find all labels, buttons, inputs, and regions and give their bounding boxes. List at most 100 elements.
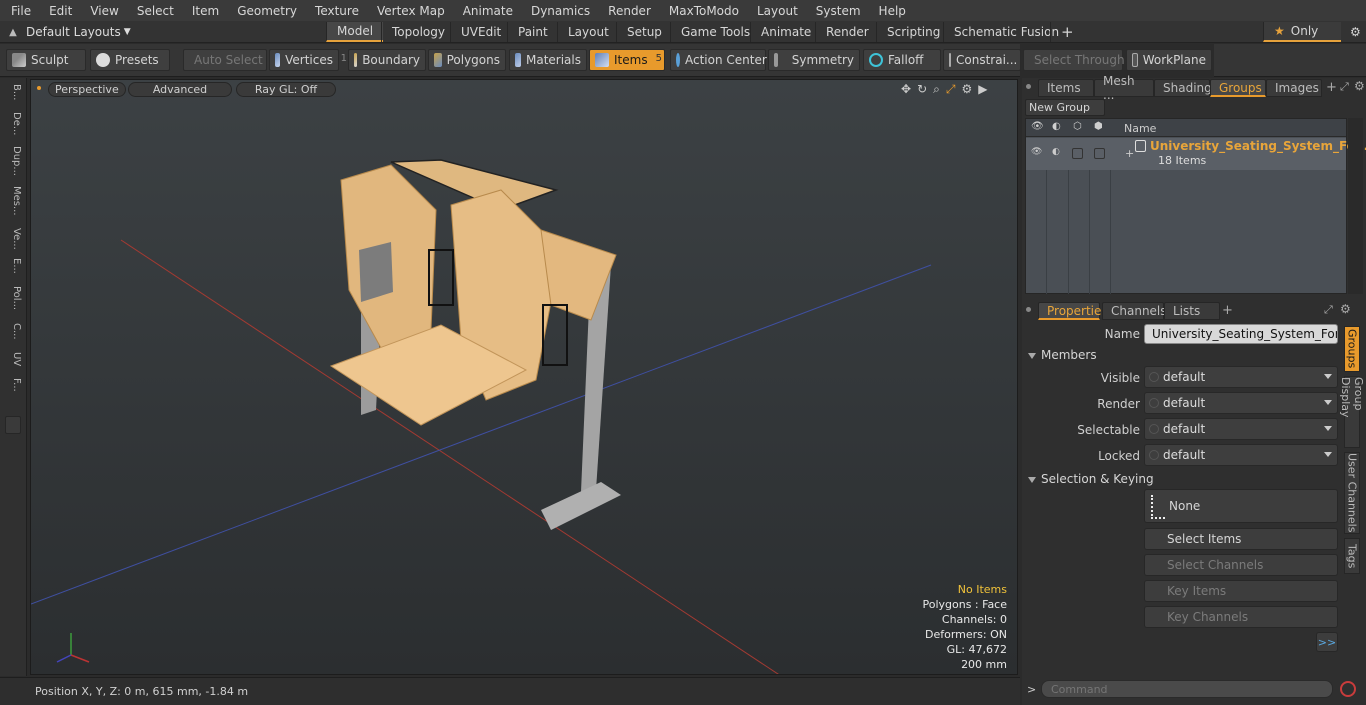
viewport-scene[interactable]	[31, 80, 1018, 675]
members-section[interactable]: Members	[1028, 348, 1097, 362]
left-tab-edge[interactable]: E...	[4, 258, 22, 274]
move-view-icon[interactable]: ✥	[901, 82, 911, 97]
tab-animate[interactable]: Animate	[750, 22, 821, 42]
panel-menu-dot[interactable]	[1026, 84, 1031, 89]
perspective-button[interactable]: Perspective	[48, 82, 126, 97]
tab-layout[interactable]: Layout	[557, 22, 619, 42]
tab-mesh[interactable]: Mesh ...	[1094, 74, 1154, 102]
zoom-view-icon[interactable]: ⌕	[933, 82, 940, 97]
viewport-gear-icon[interactable]: ⚙	[961, 82, 972, 97]
menu-select[interactable]: Select	[126, 4, 181, 18]
raygl-button[interactable]: Ray GL: Off	[236, 82, 336, 97]
vertices-button[interactable]: Vertices 1	[269, 49, 347, 71]
tab-lists[interactable]: Lists	[1164, 302, 1220, 320]
lock-cube-icon[interactable]: ⬡	[1073, 121, 1082, 132]
workplane-button[interactable]: WorkPlane	[1126, 49, 1212, 71]
expand-plus-icon[interactable]: +	[1125, 147, 1134, 160]
name-field[interactable]: University_Seating_System_For_Two_	[1144, 324, 1338, 344]
layouts-dropdown[interactable]: ▲ Default Layouts ▼	[0, 21, 131, 43]
menu-system[interactable]: System	[805, 4, 868, 18]
falloff-button[interactable]: Falloff	[863, 49, 941, 71]
left-strip-toggle[interactable]	[5, 416, 21, 434]
add-panel-tab-icon[interactable]: +	[1326, 80, 1337, 95]
left-tab-duplicate[interactable]: Dup...	[4, 146, 22, 176]
materials-button[interactable]: Materials	[509, 49, 587, 71]
left-tab-uv[interactable]: UV	[4, 352, 22, 366]
select-through-button[interactable]: Select Through	[1023, 49, 1125, 71]
collapse-up-icon[interactable]: ▲	[0, 27, 26, 38]
key-channels-button[interactable]: Key Channels	[1144, 606, 1338, 628]
menu-edit[interactable]: Edit	[38, 4, 79, 18]
row-render-icon[interactable]: ◐	[1052, 147, 1060, 157]
side-tab-group-display[interactable]: Group Display	[1339, 376, 1365, 448]
only-toggle[interactable]: ★ Only	[1263, 22, 1341, 42]
action-center-button[interactable]: Action Center	[670, 49, 767, 71]
menu-dynamics[interactable]: Dynamics	[520, 4, 597, 18]
sculpt-button[interactable]: Sculpt	[6, 49, 86, 71]
left-tab-deform[interactable]: De...	[4, 112, 22, 135]
new-group-button[interactable]: New Group	[1025, 99, 1105, 116]
row-eye-icon[interactable]: 👁	[1031, 147, 1042, 157]
presets-button[interactable]: Presets	[90, 49, 170, 71]
render-dropdown[interactable]: default	[1144, 392, 1338, 414]
key-items-button[interactable]: Key Items	[1144, 580, 1338, 602]
left-tab-vertex[interactable]: Ve...	[4, 228, 22, 250]
tab-groups[interactable]: Groups	[1210, 79, 1266, 97]
rotate-view-icon[interactable]: ↻	[917, 82, 927, 97]
props-menu-dot[interactable]	[1026, 307, 1031, 312]
menu-geometry[interactable]: Geometry	[226, 4, 304, 18]
tab-shading[interactable]: Shading	[1154, 79, 1212, 97]
left-tab-curve[interactable]: C...	[4, 323, 22, 340]
tab-scripting[interactable]: Scripting	[876, 22, 950, 42]
group-row[interactable]: 👁 ◐ + University_Seating_System_For... 1…	[1026, 138, 1366, 170]
none-button[interactable]: None	[1144, 489, 1338, 523]
selection-keying-section[interactable]: Selection & Keying	[1028, 472, 1154, 486]
tab-items[interactable]: Items	[1038, 79, 1094, 97]
panel-gear-icon[interactable]: ⚙	[1354, 79, 1365, 93]
viewport-options-dot[interactable]	[37, 86, 41, 90]
menu-file[interactable]: File	[0, 4, 38, 18]
left-tab-mesh-edit[interactable]: Mes...	[4, 186, 22, 216]
side-tab-tags[interactable]: Tags	[1344, 538, 1360, 574]
tab-model[interactable]: Model	[326, 22, 384, 42]
tab-game-tools[interactable]: Game Tools	[670, 22, 760, 42]
items-button[interactable]: Items 5	[589, 49, 665, 71]
fit-view-icon[interactable]: ⤢	[946, 82, 956, 97]
tab-images[interactable]: Images	[1266, 79, 1322, 97]
props-gear-icon[interactable]: ⚙	[1340, 302, 1351, 316]
gear-icon[interactable]: ⚙	[1340, 22, 1366, 42]
name-column-header[interactable]: Name	[1124, 122, 1156, 135]
menu-help[interactable]: Help	[868, 4, 913, 18]
menu-vertex-map[interactable]: Vertex Map	[366, 4, 452, 18]
boundary-button[interactable]: Boundary	[348, 49, 426, 71]
add-props-tab-icon[interactable]: +	[1222, 303, 1233, 318]
tab-uvedit[interactable]: UVEdit	[450, 22, 511, 42]
visible-dropdown[interactable]: default	[1144, 366, 1338, 388]
locked-dropdown[interactable]: default	[1144, 444, 1338, 466]
auto-select-button[interactable]: Auto Select	[183, 49, 267, 71]
left-tab-fusion[interactable]: F...	[4, 378, 22, 392]
left-tab-polygon[interactable]: Pol...	[4, 286, 22, 310]
record-icon[interactable]	[1340, 681, 1356, 697]
row-lock-checkbox[interactable]	[1072, 148, 1083, 159]
more-button[interactable]: >>	[1316, 632, 1338, 652]
tab-setup[interactable]: Setup	[616, 22, 672, 42]
tab-render[interactable]: Render	[815, 22, 879, 42]
side-tab-user-channels[interactable]: User Channels	[1344, 452, 1360, 534]
row-select-checkbox[interactable]	[1094, 148, 1105, 159]
tab-topology[interactable]: Topology	[381, 22, 455, 42]
expand-props-icon[interactable]: ⤢	[1324, 303, 1333, 317]
visibility-eye-icon[interactable]: 👁	[1031, 121, 1044, 132]
polygons-button[interactable]: Polygons	[428, 49, 506, 71]
menu-render[interactable]: Render	[597, 4, 658, 18]
menu-layout[interactable]: Layout	[746, 4, 805, 18]
expand-panel-icon[interactable]: ⤢	[1340, 80, 1349, 94]
selectable-dropdown[interactable]: default	[1144, 418, 1338, 440]
menu-view[interactable]: View	[79, 4, 125, 18]
select-cube-icon[interactable]: ⬢	[1094, 121, 1103, 132]
add-tab-button[interactable]: +	[1050, 22, 1084, 42]
tab-properties[interactable]: Properties	[1038, 302, 1108, 320]
3d-viewport[interactable]: Perspective Advanced Ray GL: Off ✥ ↻ ⌕ ⤢…	[30, 79, 1018, 675]
group-list-scrollbar[interactable]	[1348, 118, 1363, 294]
menu-maxtomodo[interactable]: MaxToModo	[658, 4, 746, 18]
